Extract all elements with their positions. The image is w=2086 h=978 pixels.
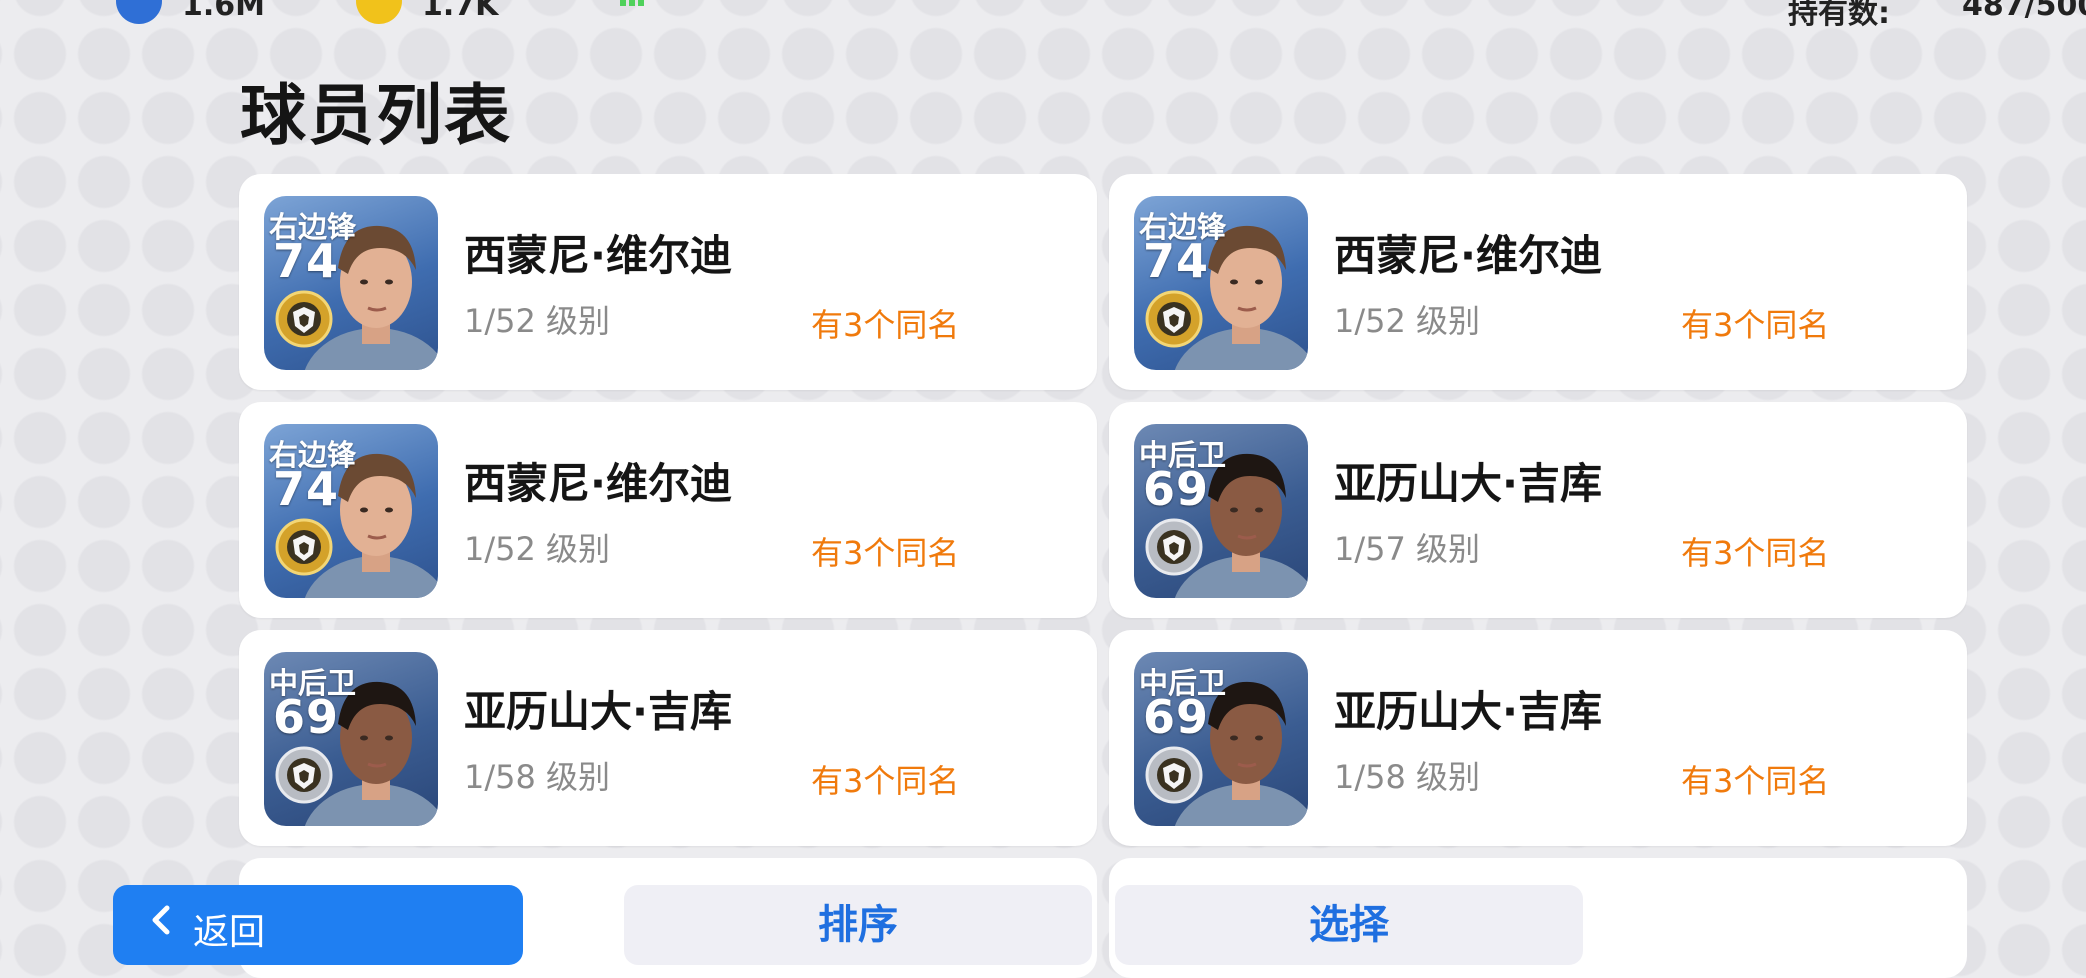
player-thumbnail: 右边锋 74 xyxy=(264,196,438,370)
coin-icon xyxy=(116,0,162,24)
player-card[interactable]: 中后卫 69 亚历山大·吉库 1/58 级别 有3个同名 xyxy=(239,630,1097,846)
sort-button[interactable]: 排序 xyxy=(624,885,1092,965)
rating-value: 69 xyxy=(1143,690,1210,744)
rank-badge-icon xyxy=(1145,518,1203,576)
player-card[interactable]: 右边锋 74 西蒙尼·维尔迪 1/52 级别 有3个同名 xyxy=(239,402,1097,618)
player-level: 1/52 级别 xyxy=(464,302,611,340)
rank-badge-icon xyxy=(1145,746,1203,804)
star-coin-icon xyxy=(356,0,402,24)
owned-count-label: 持有数: xyxy=(1788,0,1890,31)
signal-icon xyxy=(620,0,660,6)
rating-value: 74 xyxy=(1143,234,1210,288)
rank-badge-icon xyxy=(1145,290,1203,348)
player-name: 西蒙尼·维尔迪 xyxy=(1334,231,1602,280)
player-card[interactable]: 右边锋 74 西蒙尼·维尔迪 1/52 级别 有3个同名 xyxy=(1109,174,1967,390)
player-name: 西蒙尼·维尔迪 xyxy=(464,459,732,508)
rating-value: 74 xyxy=(273,234,340,288)
player-name: 西蒙尼·维尔迪 xyxy=(464,231,732,280)
player-name: 亚历山大·吉库 xyxy=(1334,459,1602,508)
owned-count-value: 487/500 xyxy=(1962,0,2086,23)
same-name-count: 有3个同名 xyxy=(811,534,960,572)
player-thumbnail: 右边锋 74 xyxy=(264,424,438,598)
player-list: 右边锋 74 西蒙尼·维尔迪 1/52 级别 有3个同名 右边锋 74 西蒙尼·… xyxy=(239,174,1969,846)
player-level: 1/57 级别 xyxy=(1334,530,1481,568)
rating-value: 74 xyxy=(273,462,340,516)
player-card[interactable]: 右边锋 74 西蒙尼·维尔迪 1/52 级别 有3个同名 xyxy=(239,174,1097,390)
player-level: 1/52 级别 xyxy=(1334,302,1481,340)
rating-value: 69 xyxy=(273,690,340,744)
player-thumbnail: 中后卫 69 xyxy=(1134,424,1308,598)
same-name-count: 有3个同名 xyxy=(1681,762,1830,800)
rank-badge-icon xyxy=(275,290,333,348)
player-level: 1/58 级别 xyxy=(464,758,611,796)
top-status-bar: 1.6M 1.7K 持有数: 487/500 xyxy=(0,0,2086,31)
rating-value: 69 xyxy=(1143,462,1210,516)
player-thumbnail: 中后卫 69 xyxy=(1134,652,1308,826)
player-name: 亚历山大·吉库 xyxy=(1334,687,1602,736)
chevron-left-icon xyxy=(152,905,170,935)
same-name-count: 有3个同名 xyxy=(811,306,960,344)
currency-b-value: 1.7K xyxy=(422,0,499,23)
player-thumbnail: 右边锋 74 xyxy=(1134,196,1308,370)
same-name-count: 有3个同名 xyxy=(1681,534,1830,572)
same-name-count: 有3个同名 xyxy=(1681,306,1830,344)
player-thumbnail: 中后卫 69 xyxy=(264,652,438,826)
player-card[interactable]: 中后卫 69 亚历山大·吉库 1/58 级别 有3个同名 xyxy=(1109,630,1967,846)
player-level: 1/58 级别 xyxy=(1334,758,1481,796)
currency-a-value: 1.6M xyxy=(182,0,265,23)
back-button-label: 返回 xyxy=(193,912,266,953)
rank-badge-icon xyxy=(275,518,333,576)
page-title: 球员列表 xyxy=(240,77,512,154)
player-name: 亚历山大·吉库 xyxy=(464,687,732,736)
select-button[interactable]: 选择 xyxy=(1115,885,1583,965)
rank-badge-icon xyxy=(275,746,333,804)
back-button[interactable]: 返回 xyxy=(113,885,523,965)
player-level: 1/52 级别 xyxy=(464,530,611,568)
same-name-count: 有3个同名 xyxy=(811,762,960,800)
player-card[interactable]: 中后卫 69 亚历山大·吉库 1/57 级别 有3个同名 xyxy=(1109,402,1967,618)
